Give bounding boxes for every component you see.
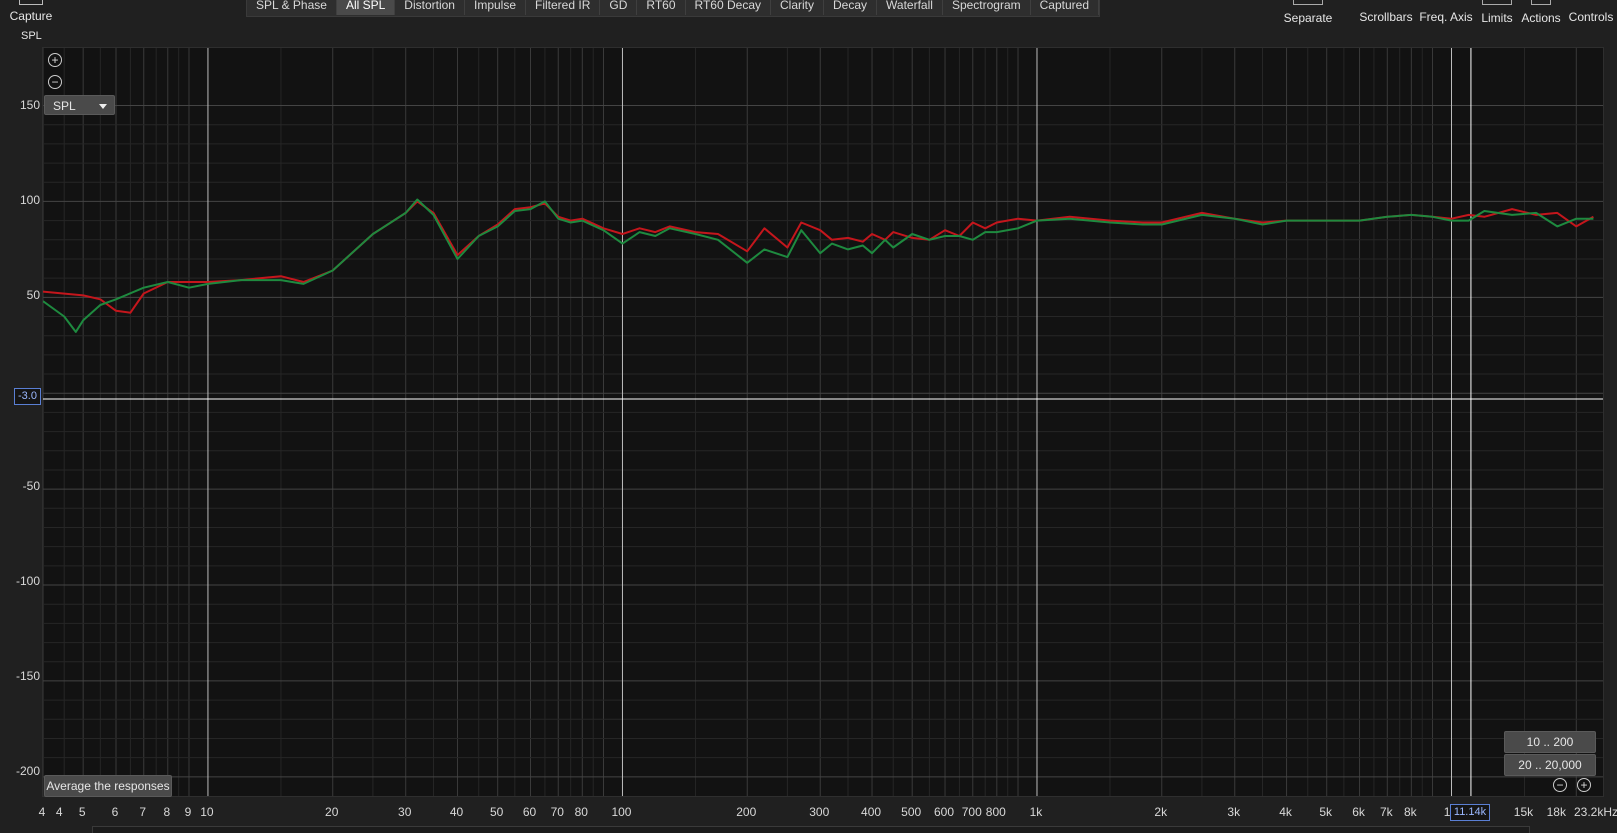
x-tick-label: 18k [1546, 805, 1566, 819]
tab-spl-phase[interactable]: SPL & Phase [247, 0, 337, 15]
capture-button[interactable]: Capture [6, 0, 56, 28]
x-tick-label: 60 [522, 805, 537, 819]
actions-button[interactable]: Actions [1520, 0, 1562, 28]
x-tick-label: 5k [1319, 805, 1333, 819]
average-responses-button[interactable]: Average the responses [44, 775, 172, 797]
x-tick-label: 1k [1029, 805, 1043, 819]
separate-label: Separate [1283, 11, 1333, 25]
actions-label: Actions [1521, 11, 1561, 25]
spl-curve-green [43, 198, 1594, 333]
freq-axis-label: Freq. Axis [1419, 10, 1473, 24]
x-tick-label: 30 [398, 805, 412, 819]
cursor-y-readout: -3.0 [14, 388, 41, 405]
x-tick-label: 15k [1513, 805, 1534, 819]
limits-button[interactable]: Limits [1478, 0, 1516, 28]
x-tick-label: 100 [611, 805, 632, 819]
tab-distortion[interactable]: Distortion [395, 0, 465, 15]
x-tick-label: 400 [861, 805, 882, 819]
scrollbars-icon [1372, 0, 1400, 4]
actions-icon [1531, 0, 1551, 5]
capture-icon [19, 0, 43, 5]
x-tick-label: 4k [1279, 805, 1292, 819]
zoom-in-x-icon[interactable]: + [1577, 778, 1591, 792]
y-tick-label: 150 [19, 98, 40, 112]
x-tick-label: 9 [184, 805, 192, 819]
y-tick-label: -150 [15, 669, 40, 683]
x-tick-label: 500 [901, 805, 922, 819]
limits-label: Limits [1481, 11, 1513, 25]
separate-button[interactable]: Separate [1280, 0, 1336, 28]
spl-graph[interactable] [42, 47, 1604, 797]
x-tick-label: 8 [163, 805, 171, 819]
x-axis-unit-label: 23.2kHz [1574, 805, 1617, 819]
x-tick-label: 4 [55, 805, 63, 819]
limits-icon [1482, 0, 1512, 5]
x-tick-label: 80 [574, 805, 588, 819]
x-tick-label: 6 [111, 805, 119, 819]
capture-label: Capture [9, 9, 53, 23]
x-tick-label: 8k [1403, 805, 1417, 819]
x-tick-label: 10 [200, 805, 214, 819]
spl-select[interactable]: SPL [44, 95, 115, 115]
x-tick-label: 5 [78, 805, 86, 819]
x-tick-label: 4 [38, 805, 46, 819]
zoom-out-icon[interactable]: − [48, 75, 62, 89]
y-tick-label: -200 [15, 764, 40, 778]
cursor-x-readout: 11.14k [1450, 804, 1490, 821]
x-tick-label: 800 [985, 805, 1006, 819]
x-tick-label: 7k [1379, 805, 1393, 819]
y-tick-label: -50 [22, 479, 40, 493]
graph-tab-bar: SPL & Phase All SPL Distortion Impulse F… [246, 0, 1101, 17]
tab-rt60[interactable]: RT60 [637, 0, 686, 15]
tab-filtered-ir[interactable]: Filtered IR [526, 0, 601, 15]
tab-clarity[interactable]: Clarity [771, 0, 825, 15]
tab-impulse[interactable]: Impulse [465, 0, 527, 15]
y-tick-label: 50 [26, 288, 40, 302]
freq-axis-button[interactable]: Freq. Axis [1418, 0, 1474, 28]
y-axis-title: SPL [21, 30, 42, 42]
y-tick-label: 100 [19, 193, 40, 207]
spl-select-value: SPL [53, 99, 76, 113]
range-10-200-button[interactable]: 10 .. 200 [1504, 731, 1596, 753]
scrollbars-label: Scrollbars [1359, 10, 1413, 24]
y-tick-label: -100 [15, 574, 40, 588]
separate-icon [1293, 0, 1323, 5]
controls-label: Controls [1568, 10, 1614, 24]
x-tick-label: 600 [934, 805, 955, 819]
controls-button[interactable]: Controls [1568, 0, 1614, 28]
tab-spectrogram[interactable]: Spectrogram [943, 0, 1031, 15]
x-tick-label: 50 [489, 805, 504, 819]
x-tick-label: 2k [1154, 805, 1168, 819]
tab-waterfall[interactable]: Waterfall [877, 0, 943, 15]
range-20-20000-button[interactable]: 20 .. 20,000 [1504, 754, 1596, 776]
controls-icon [1577, 0, 1605, 4]
zoom-in-icon[interactable]: + [48, 53, 62, 67]
x-tick-label: 7 [139, 805, 147, 819]
x-tick-label: 300 [809, 805, 830, 819]
tab-gd[interactable]: GD [600, 0, 638, 15]
spl-curve-red [43, 200, 1594, 314]
x-tick-label: 3k [1227, 805, 1241, 819]
x-tick-label: 6k [1352, 805, 1365, 819]
tab-rt60-decay[interactable]: RT60 Decay [686, 0, 771, 15]
chevron-down-icon [99, 104, 107, 109]
zoom-out-x-icon[interactable]: − [1553, 778, 1567, 792]
freq-axis-icon [1432, 0, 1460, 4]
tab-all-spl[interactable]: All SPL [336, 0, 396, 15]
x-tick-label: 40 [449, 805, 464, 819]
scrollbars-button[interactable]: Scrollbars [1355, 0, 1417, 28]
tab-decay[interactable]: Decay [824, 0, 878, 15]
tab-captured[interactable]: Captured [1031, 0, 1100, 15]
x-tick-label: 20 [325, 805, 339, 819]
x-tick-label: 70 [550, 805, 564, 819]
x-tick-label: 700 [961, 805, 982, 819]
x-tick-label: 200 [736, 805, 757, 819]
